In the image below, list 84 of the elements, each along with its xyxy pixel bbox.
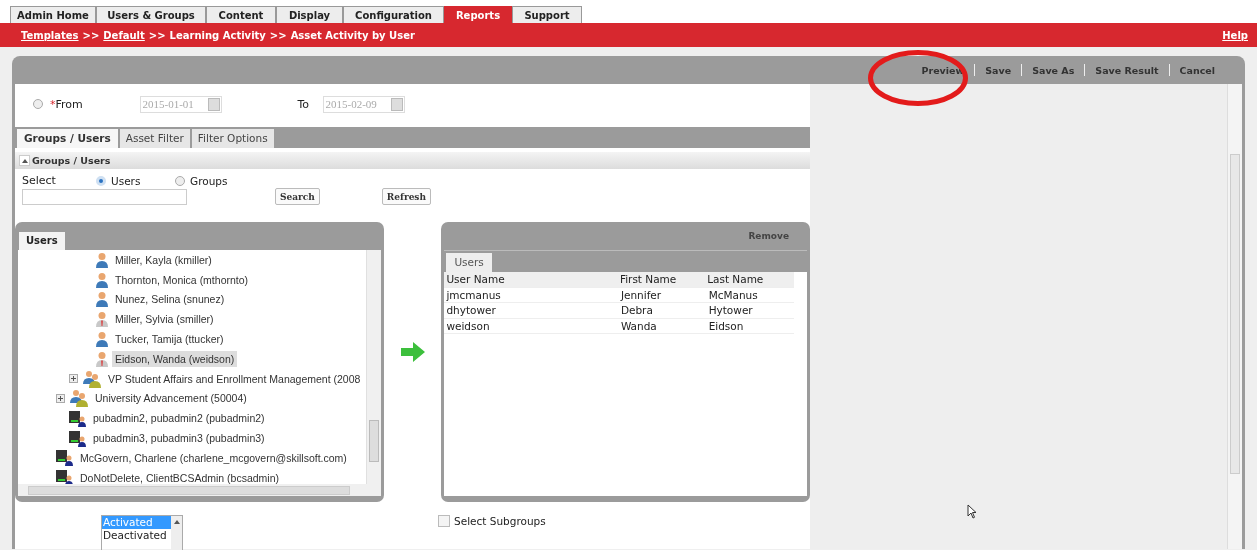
tree-item[interactable]: pubadmin2, pubadmin2 (pubadmin2)	[90, 410, 268, 427]
panel-tab[interactable]: Users	[446, 253, 492, 272]
table-cell-text: Debra	[619, 304, 654, 317]
tree-item[interactable]: Miller, Sylvia (smiller)	[112, 311, 217, 328]
tree-item[interactable]: Thornton, Monica (mthornto)	[112, 271, 252, 288]
tree-item[interactable]: Nunez, Selina (snunez)	[112, 291, 228, 308]
group-icon	[69, 389, 89, 408]
table-cell-text: jmcmanus	[445, 288, 502, 301]
filter-tab[interactable]: Filter Options	[191, 129, 274, 148]
toolbar-button[interactable]: Save	[975, 64, 1022, 76]
tree-item[interactable]: Miller, Kayla (kmiller)	[112, 251, 215, 268]
status-listbox[interactable]: Activated Deactivated	[101, 515, 183, 550]
table-cell-text: Hytower	[707, 304, 754, 317]
admin-icon	[69, 429, 87, 447]
remove-button[interactable]: Remove	[748, 231, 789, 241]
user-icon	[95, 350, 109, 367]
tree-item[interactable]: pubadmin3, pubadmin3 (pubadmin3)	[90, 430, 268, 447]
user-icon	[95, 251, 109, 268]
breadcrumb-link[interactable]: Default	[103, 29, 145, 41]
breadcrumb-link[interactable]: Templates	[21, 29, 79, 41]
table-cell-text: Eidson	[707, 319, 745, 332]
vertical-scrollbar[interactable]	[365, 250, 381, 484]
nav-tab[interactable]: Display	[276, 6, 343, 23]
table-cell-text: weidson	[445, 319, 491, 332]
column-header[interactable]: First Name	[617, 273, 706, 286]
select-subgroups-checkbox[interactable]: Select Subgroups	[438, 515, 546, 527]
radio-option[interactable]: Users	[96, 174, 175, 187]
breadcrumb-item: Asset Activity by User	[290, 29, 415, 41]
toolbar-button[interactable]: Save As	[1022, 64, 1085, 76]
tree-item[interactable]: Tucker, Tamija (ttucker)	[112, 331, 227, 348]
table-cell-text: Jennifer	[619, 288, 663, 301]
nav-tab[interactable]: Support	[512, 6, 582, 23]
admin-icon	[56, 449, 74, 467]
expand-icon[interactable]	[69, 374, 78, 384]
add-arrow-icon[interactable]	[400, 342, 425, 362]
nav-tab[interactable]: Admin Home	[10, 6, 96, 23]
table-cell-text: McManus	[707, 288, 759, 301]
tree-item[interactable]: McGovern, Charlene (charlene_mcgovern@skillsoft.com)	[77, 449, 350, 466]
cursor-icon	[967, 504, 977, 519]
search-field[interactable]	[22, 188, 187, 205]
column-header[interactable]: Last Name	[705, 273, 793, 286]
breadcrumb-separator: >>	[269, 29, 287, 41]
tree-item[interactable]: Eidson, Wanda (weidson)	[112, 350, 238, 367]
breadcrumb-item: Learning Activity	[169, 29, 266, 41]
tree-item[interactable]: University Advancement (50004)	[92, 390, 250, 407]
help-link[interactable]: Help	[1222, 29, 1248, 41]
user-icon	[95, 271, 109, 288]
to-label: To	[297, 97, 311, 111]
user-icon	[95, 291, 109, 308]
radio-option[interactable]: Groups	[175, 174, 254, 187]
breadcrumb-separator: >>	[148, 29, 166, 41]
calendar-icon[interactable]	[207, 97, 220, 111]
panel-tab[interactable]: Users	[19, 232, 65, 250]
tree-item[interactable]: DoNotDelete, ClientBCSAdmin (bcsadmin)	[77, 469, 282, 484]
list-option[interactable]: Deactivated	[102, 529, 171, 542]
calendar-icon[interactable]	[390, 97, 403, 111]
section-header[interactable]: Groups / Users	[15, 152, 810, 169]
required-mark: *	[50, 97, 56, 111]
from-label: From	[55, 97, 84, 111]
date-range-radio[interactable]	[33, 99, 43, 109]
filter-tab[interactable]: Groups / Users	[17, 129, 118, 148]
admin-icon	[56, 469, 74, 484]
table-cell-text: Wanda	[619, 319, 658, 332]
column-header[interactable]: User Name	[444, 273, 618, 286]
vertical-scrollbar[interactable]	[1227, 84, 1242, 549]
nav-tab[interactable]: Content	[206, 6, 276, 23]
filter-tab[interactable]: Asset Filter	[119, 129, 190, 148]
nav-tab[interactable]: Reports	[444, 6, 512, 23]
nav-tab[interactable]: Users & Groups	[96, 6, 206, 23]
nav-tab[interactable]: Configuration	[343, 6, 444, 23]
admin-icon	[69, 409, 87, 427]
user-icon	[95, 331, 109, 348]
select-label: Select	[22, 174, 57, 187]
user-icon	[95, 311, 109, 328]
search-button[interactable]: Search	[275, 188, 320, 205]
breadcrumb-separator: >>	[82, 29, 100, 41]
group-icon	[82, 369, 102, 388]
refresh-button[interactable]: Refresh	[381, 188, 431, 205]
expand-icon[interactable]	[56, 393, 65, 403]
toolbar-button[interactable]: Save Result	[1085, 64, 1169, 76]
tree-item[interactable]: VP Student Affairs and Enrollment Management (2008	[105, 370, 364, 387]
horizontal-scrollbar[interactable]	[18, 484, 381, 496]
toolbar-button[interactable]: Cancel	[1169, 64, 1225, 76]
table-cell-text: dhytower	[445, 304, 497, 317]
